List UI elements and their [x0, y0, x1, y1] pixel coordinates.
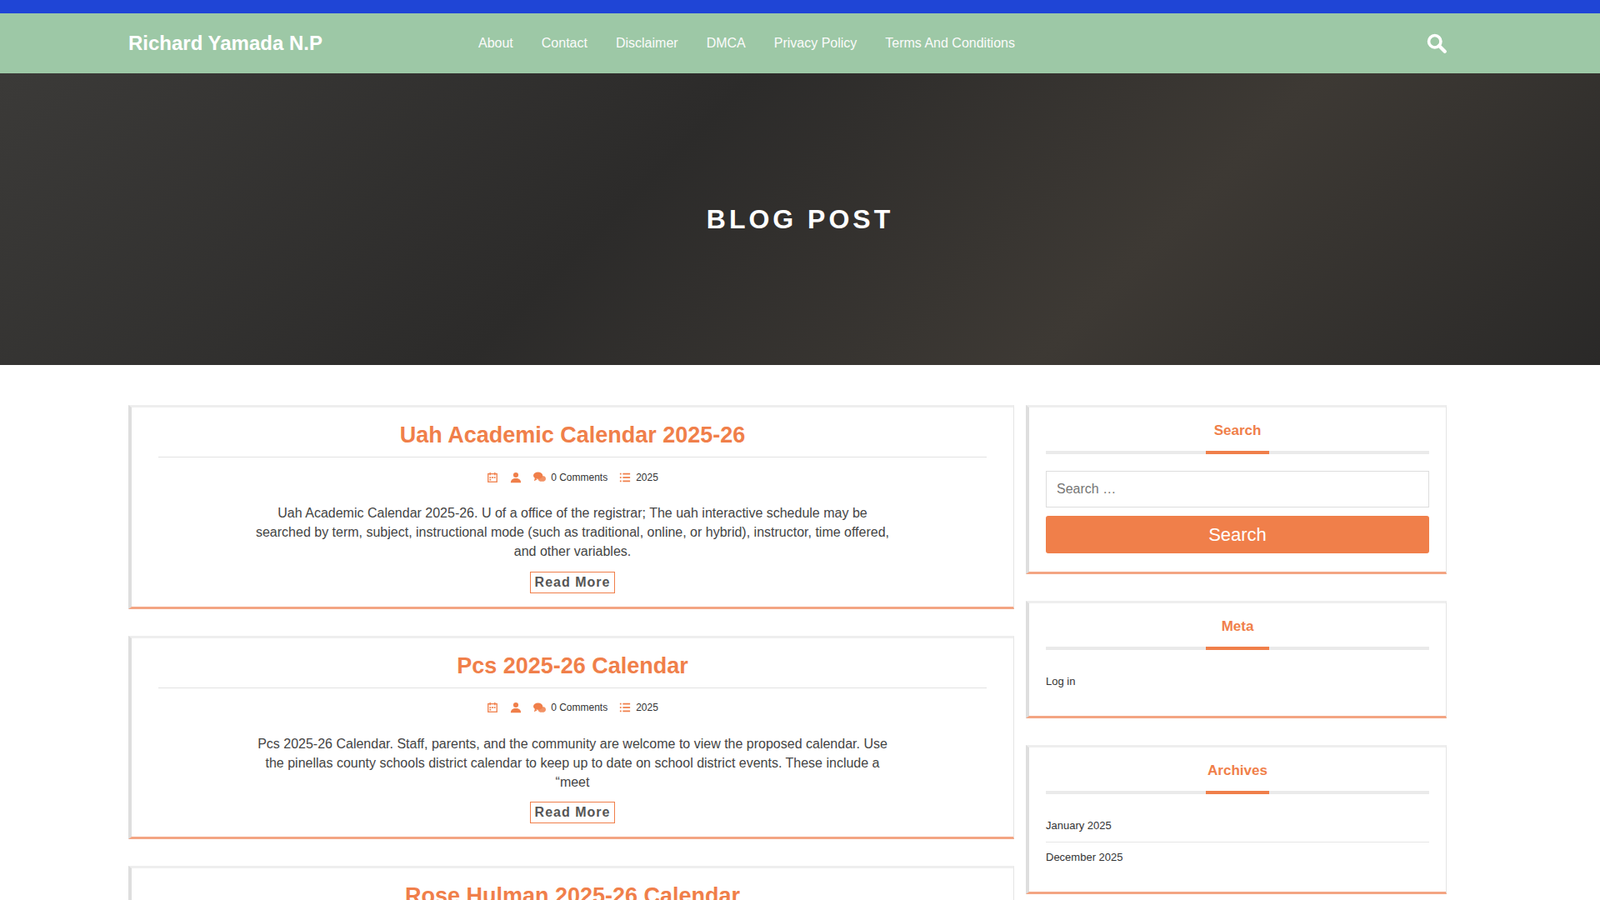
post-category[interactable]: 2025: [619, 701, 659, 714]
category-label: 2025: [635, 701, 659, 714]
nav-link[interactable]: About: [478, 35, 514, 51]
nav-link[interactable]: Terms And Conditions: [885, 35, 1015, 51]
search-widget: Search Search: [1025, 405, 1447, 575]
post-list: Uah Academic Calendar 2025-26 0 Comments 2…: [128, 405, 1015, 900]
widget-title: Archives: [1045, 762, 1430, 791]
comment-count: 0 Comments: [550, 471, 608, 484]
hero-banner: BLOG POST: [0, 73, 1600, 365]
content: Uah Academic Calendar 2025-26 0 Comments 2…: [0, 365, 1600, 900]
nav-link[interactable]: DMCA: [706, 35, 746, 51]
comment-count: 0 Comments: [550, 701, 608, 714]
search-icon[interactable]: [1426, 33, 1447, 54]
site-header: Richard Yamada N.PAbout Contact Disclaimer…: [0, 13, 1600, 74]
nav-link[interactable]: Privacy Policy: [774, 35, 858, 51]
meta-widget: Meta Log in: [1025, 600, 1447, 719]
hero-title: BLOG POST: [706, 204, 894, 235]
user-icon: [510, 471, 522, 484]
read-more-button[interactable]: Read More: [530, 571, 616, 594]
sidebar: Search Search Meta Log in Archives January 20…: [1025, 405, 1447, 900]
post-excerpt: Pcs 2025-26 Calendar. Staff, parents, an…: [250, 734, 896, 793]
comments-icon: [533, 470, 546, 484]
meta-item[interactable]: Log in: [1045, 666, 1430, 698]
post-meta: 0 Comments 2025: [158, 470, 987, 484]
post-comments[interactable]: 0 Comments: [533, 701, 608, 715]
post-excerpt: Uah Academic Calendar 2025-26. U of a of…: [250, 503, 896, 562]
top-bar: [0, 0, 1600, 14]
post-title[interactable]: Uah Academic Calendar 2025-26: [158, 422, 987, 458]
site-title[interactable]: Richard Yamada N.P: [128, 31, 479, 55]
category-label: 2025: [635, 471, 659, 484]
post-title[interactable]: Rose Hulman 2025-26 Calendar: [158, 883, 987, 900]
post-category[interactable]: 2025: [619, 471, 659, 484]
post-meta: 0 Comments 2025: [158, 701, 987, 715]
widget-divider: [1045, 450, 1430, 455]
archives-item[interactable]: January 2025: [1045, 810, 1430, 843]
archives-item[interactable]: December 2025: [1045, 842, 1430, 874]
comments-icon: [533, 701, 546, 715]
archives-widget: Archives January 2025December 2025: [1025, 745, 1447, 895]
calendar-icon: [486, 701, 499, 714]
search-input[interactable]: [1045, 470, 1430, 508]
list-icon: [619, 701, 631, 714]
widget-title: Search: [1045, 422, 1430, 451]
post-card: Uah Academic Calendar 2025-26 0 Comments 2…: [128, 405, 1015, 610]
widget-divider: [1045, 646, 1430, 650]
post-title[interactable]: Pcs 2025-26 Calendar: [158, 653, 987, 689]
read-more-button[interactable]: Read More: [530, 801, 616, 824]
user-icon: [510, 701, 522, 714]
search-button[interactable]: Search: [1045, 515, 1430, 554]
calendar-icon: [486, 471, 499, 484]
post-card: Pcs 2025-26 Calendar 0 Comments 2025 Pcs 20…: [128, 635, 1015, 840]
post-comments[interactable]: 0 Comments: [533, 470, 608, 484]
widget-divider: [1045, 790, 1430, 795]
nav-link[interactable]: Disclaimer: [615, 35, 679, 51]
nav-link[interactable]: Contact: [541, 35, 588, 51]
list-icon: [619, 471, 631, 484]
post-card: Rose Hulman 2025-26 Calendar: [128, 865, 1015, 900]
main-nav: About Contact Disclaimer DMCA Privacy Policy…: [478, 35, 1427, 51]
widget-title: Meta: [1045, 618, 1430, 647]
